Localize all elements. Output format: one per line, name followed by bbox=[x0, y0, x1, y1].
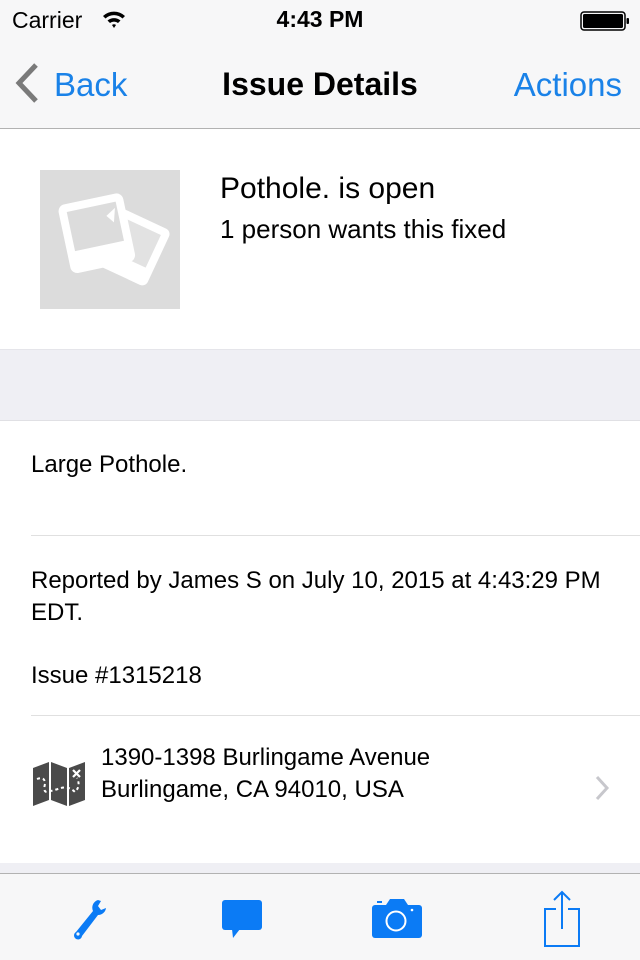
actions-button[interactable]: Actions bbox=[514, 66, 622, 104]
navigation-bar: Back Issue Details Actions bbox=[0, 40, 640, 129]
issue-supporters: 1 person wants this fixed bbox=[220, 214, 507, 244]
back-label: Back bbox=[54, 66, 128, 103]
chevron-right-icon bbox=[594, 774, 610, 807]
status-time: 4:43 PM bbox=[276, 6, 364, 32]
battery-icon bbox=[580, 11, 630, 36]
photo-placeholder-icon bbox=[58, 193, 170, 286]
address-row[interactable]: 1390-1398 Burlingame Avenue Burlingame, … bbox=[0, 716, 640, 863]
camera-icon bbox=[372, 898, 422, 938]
speech-bubble-icon bbox=[222, 899, 262, 938]
map-icon bbox=[33, 762, 87, 811]
status-bar: Carrier 4:43 PM bbox=[0, 0, 640, 40]
back-button[interactable]: Back bbox=[14, 60, 127, 110]
issue-header: Pothole. is open 1 person wants this fix… bbox=[0, 130, 640, 349]
section-spacer bbox=[0, 349, 640, 421]
address-line-1: 1390-1398 Burlingame Avenue bbox=[101, 744, 431, 771]
share-icon bbox=[544, 890, 580, 947]
camera-button[interactable] bbox=[357, 874, 437, 960]
wrench-button[interactable] bbox=[48, 874, 128, 960]
wrench-icon bbox=[74, 899, 106, 939]
issue-status: Pothole. is open bbox=[220, 172, 436, 205]
share-button[interactable] bbox=[522, 874, 602, 960]
issue-thumbnail[interactable] bbox=[40, 170, 180, 309]
divider bbox=[31, 535, 640, 536]
chevron-left-icon bbox=[14, 62, 40, 109]
bottom-toolbar bbox=[0, 873, 640, 960]
issue-details-section: Large Pothole. Reported by James S on Ju… bbox=[0, 421, 640, 863]
comment-button[interactable] bbox=[202, 874, 282, 960]
issue-number: Issue #1315218 bbox=[31, 662, 202, 689]
reported-info: Reported by James S on July 10, 2015 at … bbox=[31, 567, 601, 626]
issue-description: Large Pothole. bbox=[31, 451, 188, 478]
section-spacer-bottom bbox=[0, 863, 640, 873]
address-line-2: Burlingame, CA 94010, USA bbox=[101, 776, 404, 803]
